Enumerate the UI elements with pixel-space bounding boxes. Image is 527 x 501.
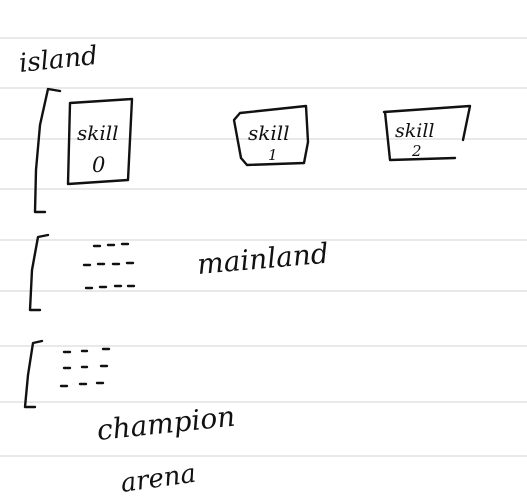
mainland-label: mainland <box>196 237 330 281</box>
skill-number: 0 <box>92 153 105 177</box>
skill-word: skill <box>248 121 290 145</box>
mainland-dots <box>82 242 136 290</box>
dash-row <box>82 261 135 267</box>
skill-card-0: skill 0 <box>66 97 134 186</box>
champion-dots <box>59 347 111 388</box>
skill-word: skill <box>77 121 119 145</box>
skill-number: 1 <box>268 146 278 164</box>
dash-row <box>62 364 109 370</box>
dash-row <box>84 284 136 290</box>
island-bracket <box>33 87 62 214</box>
arena-label: arena <box>119 459 198 499</box>
champion-bracket <box>23 339 44 409</box>
notebook-sketch: island skill 0 skill 1 skill 2 mainland … <box>0 37 527 499</box>
champion-label: champion <box>95 400 236 447</box>
mainland-bracket <box>28 233 50 312</box>
skill-card-1: skill 1 <box>232 104 310 167</box>
skill-number: 2 <box>411 142 422 160</box>
island-label: island <box>18 41 100 79</box>
skill-card-2: skill 2 <box>382 104 472 162</box>
dash-row <box>59 381 105 388</box>
skill-word: skill <box>395 120 435 142</box>
dash-row <box>62 347 111 354</box>
dash-row <box>92 242 130 248</box>
